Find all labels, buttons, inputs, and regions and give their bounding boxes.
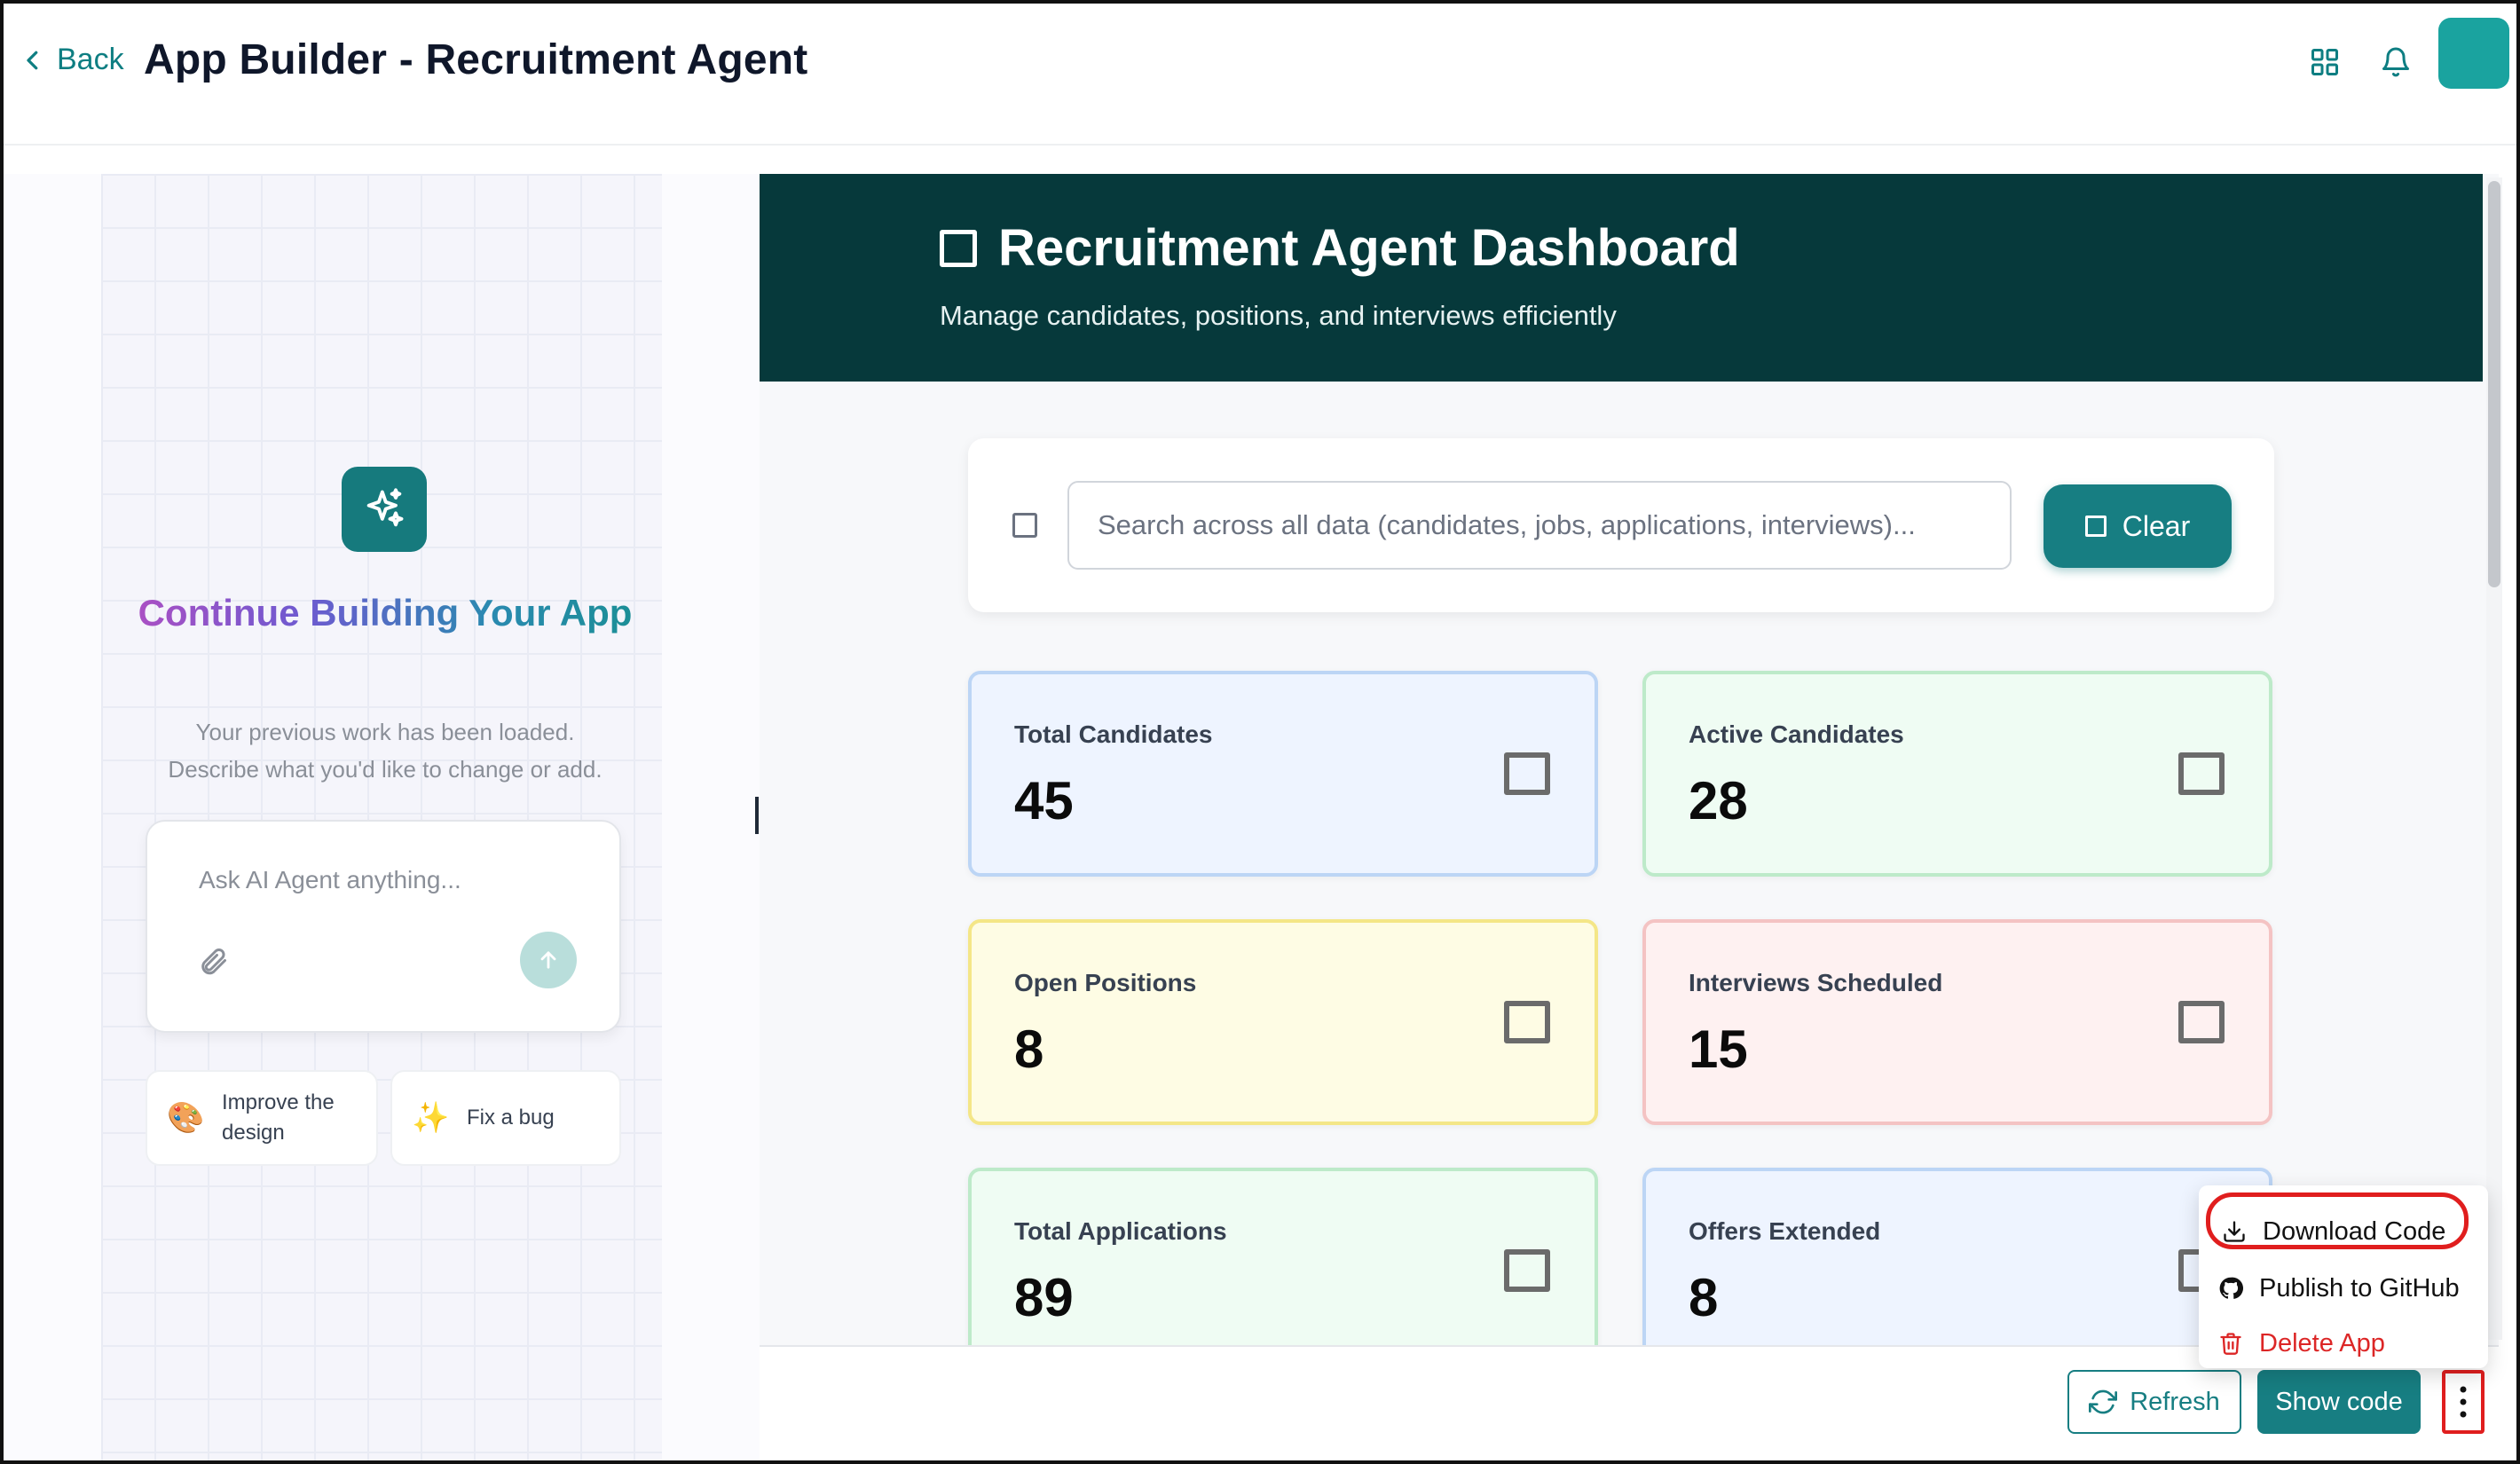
send-button[interactable] (520, 932, 577, 988)
more-vertical-icon (2460, 1386, 2467, 1418)
sparkle-emoji-icon: ✨ (412, 1101, 450, 1135)
builder-subtitle-line1: Your previous work has been loaded. (195, 719, 575, 745)
builder-subtitle: Your previous work has been loaded. Desc… (119, 713, 651, 788)
continue-building-heading: Continue Building Your App (119, 582, 651, 644)
stat-label: Interviews Scheduled (1689, 969, 1943, 996)
square-icon (1504, 1001, 1550, 1043)
github-icon (2219, 1277, 2243, 1299)
refresh-label: Refresh (2130, 1387, 2220, 1416)
preview-scrollbar-thumb[interactable] (2488, 181, 2500, 587)
square-icon (2178, 1001, 2225, 1043)
stat-card-open-positions[interactable]: Open Positions 8 (968, 919, 1598, 1125)
clear-button[interactable]: Clear (2044, 484, 2232, 568)
square-icon (2084, 516, 2107, 537)
panel-resize-handle[interactable] (755, 797, 759, 834)
stat-label: Open Positions (1014, 969, 1197, 996)
dashboard-title-text: Recruitment Agent Dashboard (998, 219, 1740, 277)
grid-icon[interactable] (2309, 46, 2341, 78)
square-icon (940, 229, 977, 267)
square-icon (1504, 1249, 1550, 1292)
stat-card-interviews-scheduled[interactable]: Interviews Scheduled 15 (1642, 919, 2272, 1125)
dashboard-header: Recruitment Agent Dashboard Manage candi… (760, 174, 2483, 382)
search-card: Search across all data (candidates, jobs… (968, 438, 2274, 612)
stat-card-total-candidates[interactable]: Total Candidates 45 (968, 671, 1598, 877)
dashboard-subtitle: Manage candidates, positions, and interv… (940, 300, 1617, 331)
ask-ai-input[interactable]: Ask AI Agent anything... (146, 820, 621, 1033)
search-input[interactable]: Search across all data (candidates, jobs… (1067, 481, 2012, 570)
refresh-icon (2089, 1389, 2118, 1414)
stat-value: 45 (1014, 771, 1074, 830)
menu-item-publish-github[interactable]: Publish to GitHub (2218, 1265, 2460, 1311)
suggestion-fix-bug[interactable]: ✨ Fix a bug (390, 1070, 621, 1166)
show-code-button[interactable]: Show code (2257, 1370, 2421, 1434)
menu-item-delete-app[interactable]: Delete App (2218, 1320, 2385, 1366)
stat-value: 89 (1014, 1268, 1074, 1327)
suggestion-label: Fix a bug (467, 1106, 555, 1129)
ask-ai-placeholder: Ask AI Agent anything... (199, 866, 461, 893)
avatar[interactable] (2438, 18, 2509, 89)
clear-label: Clear (2122, 509, 2191, 542)
stat-value: 28 (1689, 771, 1748, 830)
app-preview: Recruitment Agent Dashboard Manage candi… (760, 174, 2499, 1345)
stat-card-offers-extended[interactable]: Offers Extended 8 (1642, 1168, 2272, 1345)
palette-icon: 🎨 (167, 1101, 205, 1135)
arrow-up-icon (540, 951, 556, 969)
stat-card-active-candidates[interactable]: Active Candidates 28 (1642, 671, 2272, 877)
stat-label: Active Candidates (1689, 720, 1904, 748)
suggestion-improve-design[interactable]: 🎨 Improve the design (146, 1070, 378, 1166)
builder-panel: Continue Building Your App Your previous… (4, 174, 760, 1460)
builder-content: Continue Building Your App Your previous… (4, 174, 760, 1460)
stat-label: Total Candidates (1014, 720, 1213, 748)
sparkles-badge (342, 467, 427, 552)
back-label: Back (57, 43, 124, 76)
refresh-button[interactable]: Refresh (2067, 1370, 2241, 1434)
stat-label: Offers Extended (1689, 1217, 1881, 1245)
sparkles-icon (366, 488, 404, 527)
trash-icon (2220, 1333, 2241, 1355)
select-all-checkbox[interactable] (1012, 513, 1037, 538)
stat-value: 8 (1014, 1019, 1044, 1079)
top-header: Back App Builder - Recruitment Agent (4, 4, 2516, 146)
chevron-left-icon (27, 51, 38, 69)
menu-item-label: Publish to GitHub (2259, 1273, 2460, 1303)
download-highlight-ring (2206, 1192, 2469, 1249)
stat-value: 8 (1689, 1268, 1719, 1327)
back-button[interactable]: Back (20, 43, 124, 77)
stat-value: 15 (1689, 1019, 1748, 1079)
square-icon (1504, 752, 1550, 795)
builder-subtitle-line2: Describe what you'd like to change or ad… (168, 756, 602, 783)
square-icon (2178, 752, 2225, 795)
paperclip-icon[interactable] (197, 946, 229, 978)
more-options-button[interactable] (2442, 1370, 2485, 1434)
dashboard-title: Recruitment Agent Dashboard (940, 218, 1740, 278)
suggestion-label: Improve the design (222, 1090, 335, 1145)
page-title: App Builder - Recruitment Agent (144, 36, 808, 83)
app-window: Back App Builder - Recruitment Agent Con… (0, 0, 2520, 1464)
stat-card-total-applications[interactable]: Total Applications 89 (968, 1168, 1598, 1345)
bell-icon[interactable] (2380, 46, 2412, 78)
stat-label: Total Applications (1014, 1217, 1227, 1245)
menu-item-label: Delete App (2259, 1328, 2385, 1358)
